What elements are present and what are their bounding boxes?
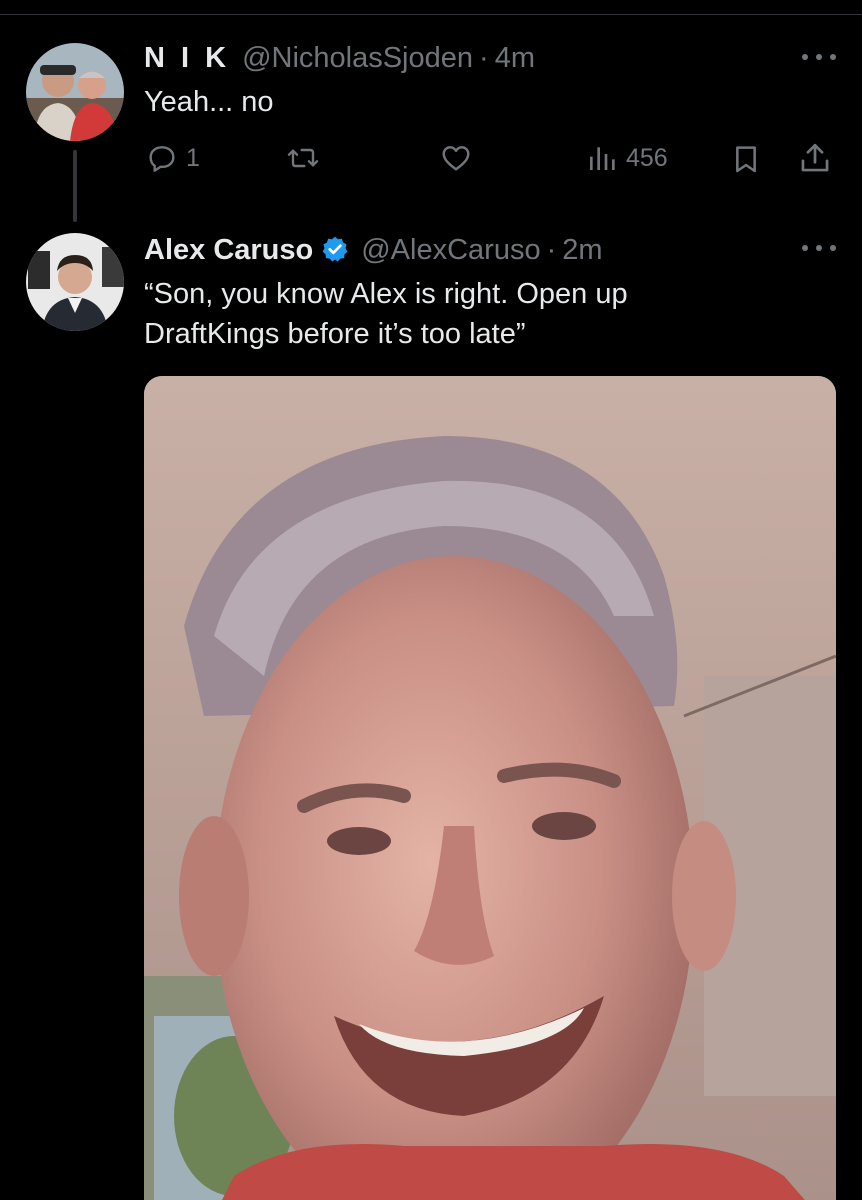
tweet-header: N I K @NicholasSjoden · 4m — [144, 40, 535, 76]
more-icon[interactable] — [802, 50, 836, 64]
tweet-text: “Son, you know Alex is right. Open up Dr… — [144, 274, 628, 354]
retweet-button[interactable] — [286, 142, 328, 174]
bookmark-icon — [736, 146, 756, 173]
share-icon — [801, 143, 829, 172]
tweet-text: Yeah... no — [144, 86, 274, 118]
like-icon — [442, 146, 470, 171]
reply-icon — [149, 146, 175, 172]
bookmark-button[interactable] — [730, 142, 762, 176]
tweet-media-image[interactable] — [144, 376, 836, 1200]
tweet-text-line: “Son, you know Alex is right. Open up — [144, 278, 628, 310]
reply-count: 1 — [186, 143, 200, 172]
display-name[interactable]: Alex Caruso — [144, 232, 313, 268]
separator: · — [479, 42, 489, 74]
photo-of-smiling-man — [144, 376, 836, 1200]
display-name[interactable]: N I K — [144, 40, 230, 76]
views-count: 456 — [626, 143, 668, 172]
avatar-alex-caruso[interactable] — [26, 233, 124, 331]
tweet-thread: N I K @NicholasSjoden · 4m Yeah... no 1 — [0, 0, 862, 1200]
timestamp[interactable]: 2m — [562, 232, 602, 268]
views-button[interactable]: 456 — [586, 142, 668, 174]
thread-connector-line — [73, 150, 77, 222]
tweet-text-line: DraftKings before it’s too late” — [144, 318, 526, 350]
avatar-nik[interactable] — [26, 43, 124, 141]
like-button[interactable] — [439, 142, 481, 174]
retweet-icon — [287, 148, 319, 168]
handle[interactable]: @NicholasSjoden — [242, 40, 473, 76]
tweet-header: Alex Caruso @AlexCaruso · 2m — [144, 231, 603, 268]
views-icon — [590, 147, 615, 170]
more-icon[interactable] — [802, 241, 836, 255]
verified-badge-icon — [321, 235, 349, 272]
handle[interactable]: @AlexCaruso — [361, 232, 540, 268]
timestamp[interactable]: 4m — [495, 40, 535, 76]
share-button[interactable] — [798, 140, 832, 176]
divider — [0, 14, 862, 15]
reply-button[interactable]: 1 — [146, 142, 200, 174]
separator: · — [546, 234, 557, 266]
